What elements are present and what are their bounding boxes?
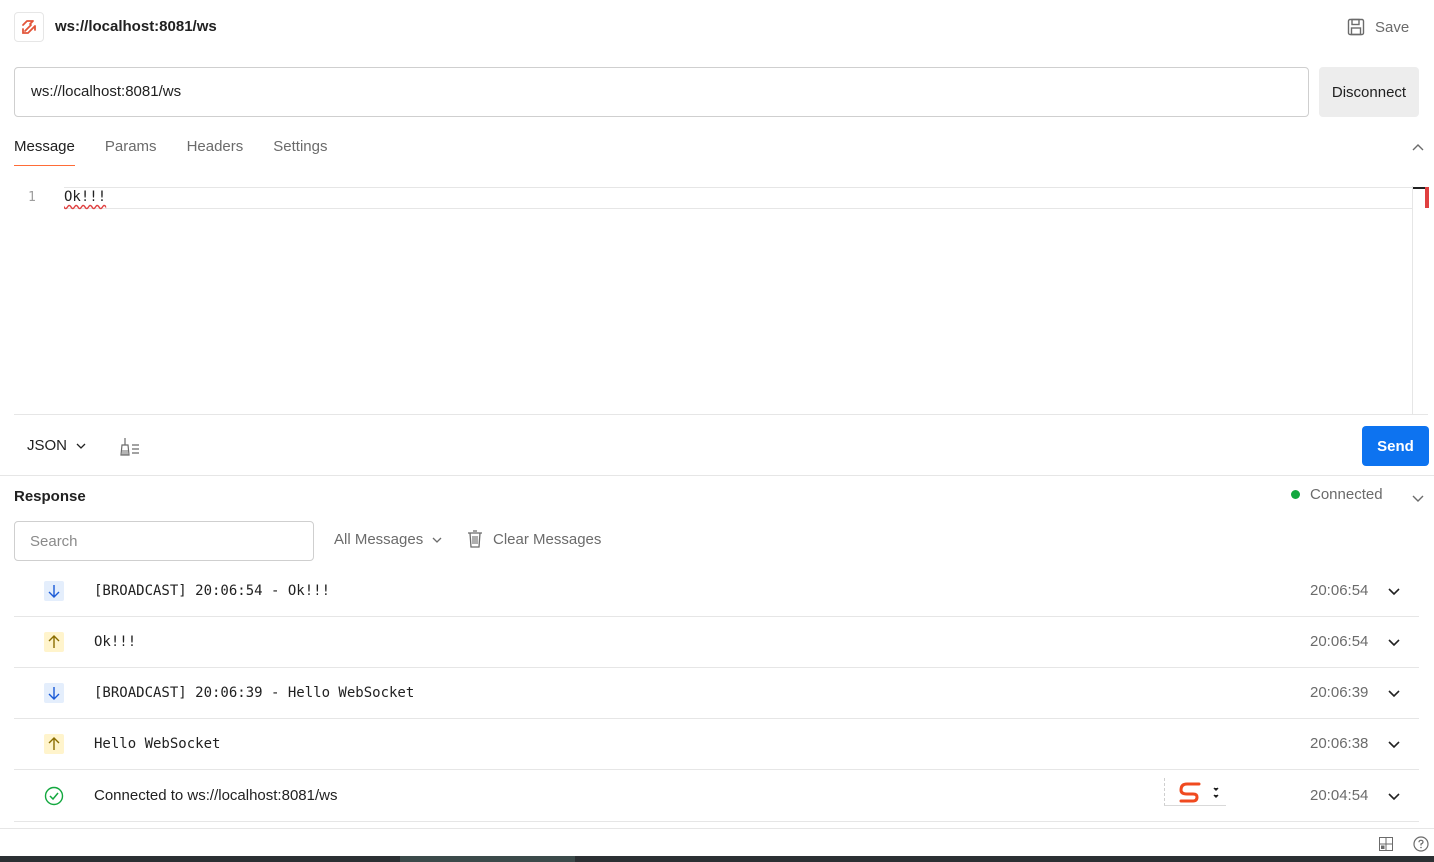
- save-label: Save: [1375, 18, 1410, 36]
- incoming-arrow-icon: [44, 581, 64, 601]
- message-row[interactable]: [BROADCAST] 20:06:54 - Ok!!! 20:06:54: [14, 566, 1419, 617]
- tab-params[interactable]: Params: [105, 136, 157, 166]
- beautify-icon[interactable]: [119, 436, 141, 458]
- message-time: 20:06:54: [1310, 582, 1369, 599]
- message-time: 20:04:54: [1310, 787, 1369, 804]
- clear-messages-label: Clear Messages: [493, 530, 602, 548]
- response-title: Response: [14, 488, 86, 505]
- format-label: JSON: [27, 437, 68, 454]
- incoming-arrow-icon: [44, 683, 64, 703]
- tab-headers[interactable]: Headers: [187, 136, 244, 166]
- page-title: ws://localhost:8081/ws: [55, 18, 217, 35]
- url-input[interactable]: ws://localhost:8081/ws: [14, 67, 1309, 117]
- message-editor[interactable]: 1 Ok!!!: [14, 186, 1429, 415]
- divider: [0, 475, 1434, 476]
- chevron-down-icon[interactable]: [1387, 686, 1401, 700]
- line-number: 1: [28, 190, 36, 205]
- scrollbar-error-mark: [1425, 187, 1429, 208]
- message-row[interactable]: Connected to ws://localhost:8081/ws 20:0…: [14, 771, 1419, 822]
- tab-settings[interactable]: Settings: [273, 136, 327, 166]
- taskbar-strip-segment: [400, 856, 575, 862]
- websocket-icon: [22, 20, 36, 34]
- message-text: Hello WebSocket: [94, 736, 221, 752]
- outgoing-arrow-icon: [44, 632, 64, 652]
- trash-icon: [468, 530, 482, 548]
- status-dot-icon: [1291, 490, 1300, 499]
- save-button[interactable]: Save: [1346, 16, 1409, 38]
- help-icon[interactable]: [1413, 836, 1429, 852]
- chevron-down-icon[interactable]: [1387, 584, 1401, 598]
- outgoing-arrow-icon: [44, 734, 64, 754]
- message-time: 20:06:38: [1310, 735, 1369, 752]
- chevron-down-icon: [432, 537, 442, 543]
- format-select[interactable]: JSON: [27, 437, 87, 454]
- message-text: [BROADCAST] 20:06:39 - Hello WebSocket: [94, 685, 415, 701]
- extension-widget[interactable]: [1164, 778, 1226, 806]
- active-line-highlight: [64, 187, 1412, 209]
- request-tabs: Message Params Headers Settings: [14, 136, 357, 166]
- sogou-input-icon: [1179, 782, 1219, 803]
- filter-label: All Messages: [334, 531, 424, 548]
- connection-status: Connected: [1291, 486, 1383, 503]
- message-time: 20:06:54: [1310, 633, 1369, 650]
- message-time: 20:06:39: [1310, 684, 1369, 701]
- message-text: [BROADCAST] 20:06:54 - Ok!!!: [94, 583, 331, 599]
- chevron-down-icon[interactable]: [1387, 789, 1401, 803]
- message-text: Connected to ws://localhost:8081/ws: [94, 787, 338, 804]
- message-row[interactable]: Hello WebSocket 20:06:38: [14, 719, 1419, 770]
- message-text: Ok!!!: [94, 634, 137, 650]
- status-label: Connected: [1310, 486, 1383, 503]
- status-bar: [0, 828, 1434, 857]
- message-filter-select[interactable]: All Messages: [334, 531, 443, 548]
- taskbar-strip: [0, 856, 1434, 862]
- message-row[interactable]: Ok!!! 20:06:54: [14, 617, 1419, 668]
- editor-content[interactable]: Ok!!!: [64, 189, 106, 205]
- search-input[interactable]: [14, 521, 314, 561]
- chevron-down-icon[interactable]: [1387, 737, 1401, 751]
- check-circle-icon: [44, 786, 64, 806]
- disconnect-button[interactable]: Disconnect: [1319, 67, 1419, 117]
- editor-scrollbar[interactable]: [1412, 186, 1426, 414]
- save-icon: [1347, 18, 1365, 36]
- chevron-down-icon: [76, 443, 86, 449]
- send-button[interactable]: Send: [1362, 426, 1429, 466]
- layout-toggle-icon[interactable]: [1379, 837, 1393, 851]
- chevron-down-icon[interactable]: [1387, 635, 1401, 649]
- chevron-down-icon[interactable]: [1410, 490, 1426, 506]
- tab-message[interactable]: Message: [14, 136, 75, 166]
- clear-messages-button[interactable]: Clear Messages: [466, 529, 601, 549]
- message-row[interactable]: [BROADCAST] 20:06:39 - Hello WebSocket 2…: [14, 668, 1419, 719]
- chevron-up-icon[interactable]: [1410, 140, 1426, 156]
- websocket-app-icon: [14, 12, 44, 42]
